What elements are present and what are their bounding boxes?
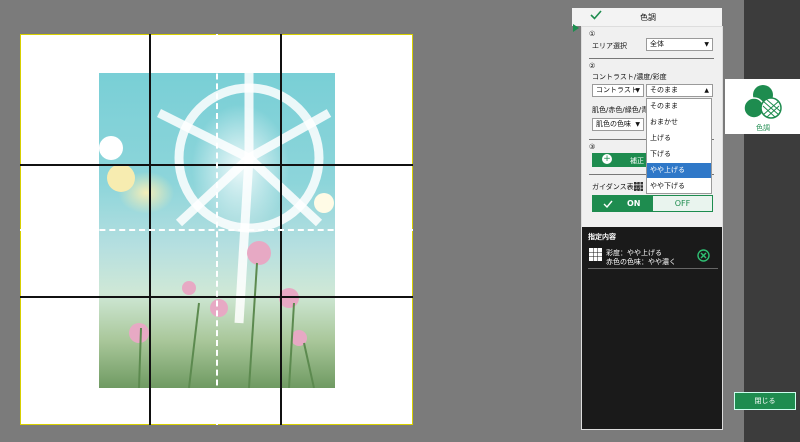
step-1-label: ①: [589, 30, 596, 38]
correct-button-label: 補正: [630, 157, 644, 165]
pointer-icon: [573, 24, 579, 32]
dropdown-option-selected[interactable]: やや上げる: [647, 163, 711, 178]
specified-content-title: 指定内容: [588, 233, 616, 241]
remove-icon[interactable]: [697, 249, 710, 262]
step-3-label: ③: [589, 143, 596, 151]
dropdown-option[interactable]: 下げる: [647, 147, 711, 162]
level-select[interactable]: そのまま ▲: [646, 84, 713, 97]
correct-button[interactable]: + 補正: [592, 153, 648, 167]
check-icon: [603, 200, 613, 208]
toggle-on-label: ON: [627, 199, 641, 208]
guide-line: [20, 229, 413, 231]
skin-color-select[interactable]: 肌色の色味 ▼: [592, 118, 644, 131]
area-select-value: 全体: [650, 40, 664, 48]
area-select[interactable]: 全体 ▼: [646, 38, 713, 51]
chevron-down-icon: ▼: [635, 121, 640, 128]
right-strip: [744, 0, 800, 442]
plus-icon: +: [602, 154, 612, 164]
divider: [588, 268, 718, 269]
chevron-down-icon: ▼: [704, 41, 709, 48]
level-dropdown-list: そのまま おまかせ 上げる 下げる やや上げる やや下げる: [646, 98, 712, 194]
divider: [589, 58, 714, 59]
dropdown-option[interactable]: おまかせ: [647, 115, 711, 130]
chevron-down-icon: ▼: [635, 87, 640, 94]
contrast-label: コントラスト/濃度/彩度: [592, 73, 667, 81]
toggle-off-button[interactable]: OFF: [653, 196, 712, 211]
guidance-toggle[interactable]: ON OFF: [592, 195, 713, 212]
dropdown-option[interactable]: 上げる: [647, 131, 711, 146]
side-tab-label: 色調: [756, 124, 770, 132]
skin-color-label: 肌色/赤色/緑色/青: [592, 106, 649, 114]
skin-color-select-value: 肌色の色味: [596, 120, 631, 128]
tone-icon: [743, 85, 782, 119]
check-icon[interactable]: [590, 10, 602, 20]
area-select-label: エリア選択: [592, 42, 627, 50]
contrast-select[interactable]: コントラスト ▼: [592, 84, 644, 97]
dropdown-option[interactable]: そのまま: [647, 99, 711, 114]
grid-icon: [589, 248, 602, 261]
spec-line: 赤色の色味：やや濃く: [606, 258, 676, 266]
toggle-on-button[interactable]: ON: [593, 196, 653, 211]
close-button[interactable]: 閉じる: [734, 392, 796, 410]
chevron-down-icon: ▲: [704, 87, 709, 94]
step-2-label: ②: [589, 62, 596, 70]
grid-icon: [634, 182, 643, 191]
toggle-off-label: OFF: [674, 199, 691, 208]
level-select-value: そのまま: [650, 86, 678, 94]
panel-title: 色調: [640, 13, 656, 22]
dropdown-option[interactable]: やや下げる: [647, 179, 711, 194]
contrast-select-value: コントラスト: [596, 86, 638, 94]
